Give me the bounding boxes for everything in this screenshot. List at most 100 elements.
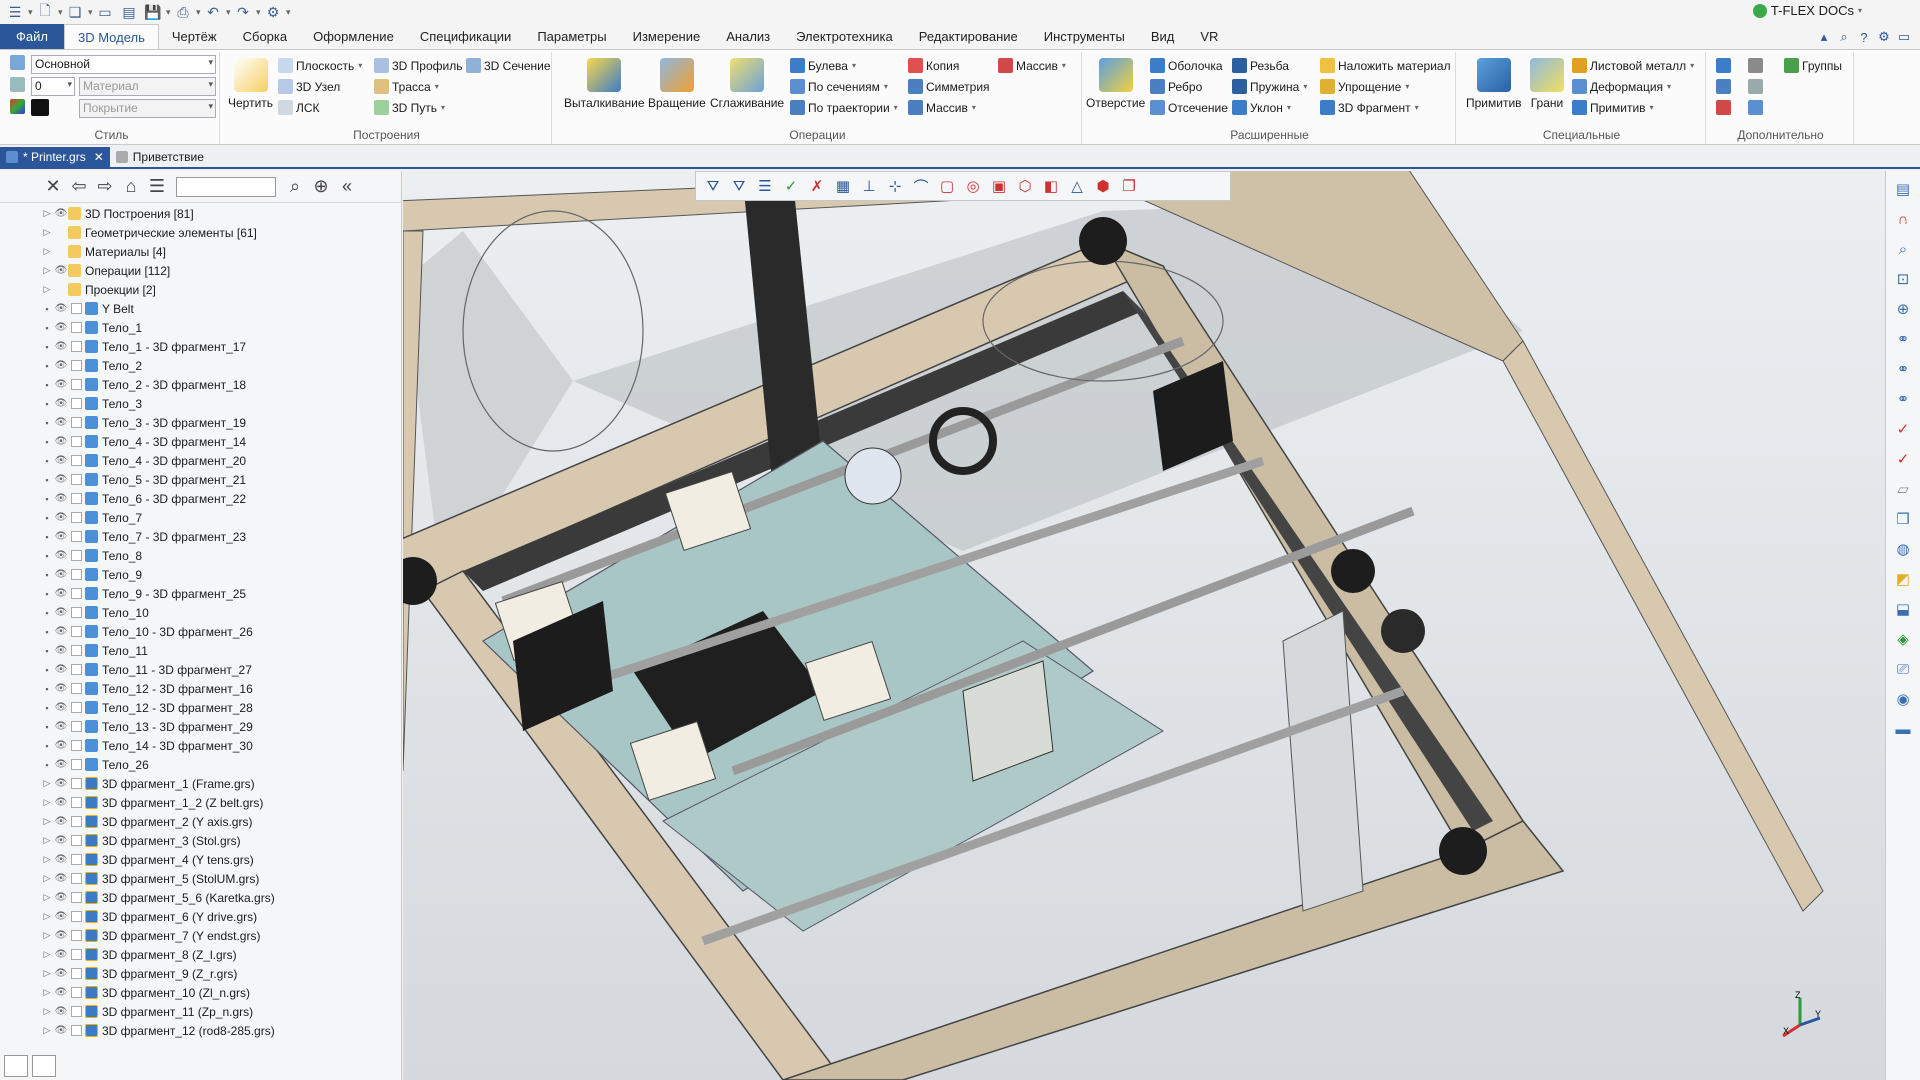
close-icon[interactable]: ✕ [40,175,66,199]
tree-item-checkbox[interactable] [71,759,82,770]
plane-view-icon[interactable]: ▱ [1891,477,1915,501]
tree-item-checkbox[interactable] [71,569,82,580]
zoom-all-icon[interactable]: ⊕ [1891,297,1915,321]
tab-file[interactable]: Файл [0,24,64,49]
toolbox-icon[interactable]: ▬ [1891,717,1915,741]
window-icon[interactable]: ▭ [94,2,116,22]
tree-item-checkbox[interactable] [71,379,82,390]
tree-item[interactable]: ▪ 👁 Тело_3 - 3D фрагмент_19 [40,413,401,432]
doc-tab-welcome[interactable]: Приветствие [110,147,210,167]
tree-item[interactable]: ▪ 👁 Тело_4 - 3D фрагмент_14 [40,432,401,451]
draw-button[interactable]: Чертить [228,58,273,110]
tab-specifications[interactable]: Спецификации [407,24,525,49]
eye-icon[interactable]: 👁 [54,568,68,582]
eye-icon[interactable]: 👁 [54,777,68,791]
tree-item[interactable]: ▪ 👁 Тело_9 [40,565,401,584]
eye-icon[interactable]: 👁 [54,929,68,943]
eye-icon[interactable]: 👁 [54,606,68,620]
eye-icon[interactable]: 👁 [54,948,68,962]
tree-item[interactable]: ▪ 👁 Тело_12 - 3D фрагмент_28 [40,698,401,717]
eye-icon[interactable]: 👁 [54,625,68,639]
tree-item-checkbox[interactable] [71,683,82,694]
tree-item[interactable]: ▪ 👁 Тело_9 - 3D фрагмент_25 [40,584,401,603]
tab-parameters[interactable]: Параметры [524,24,619,49]
eye-icon[interactable]: 👁 [54,796,68,810]
close-icon[interactable]: ✕ [94,150,104,164]
eye-icon[interactable]: 👁 [54,530,68,544]
tree-item-checkbox[interactable] [71,721,82,732]
tree-item[interactable]: ▷ 👁 3D фрагмент_1_2 (Z belt.grs) [40,793,401,812]
eye-icon[interactable]: 👁 [54,1005,68,1019]
eye-icon[interactable]: 👁 [54,644,68,658]
open-icon[interactable]: ❏ [64,2,86,22]
boolean-button[interactable]: Булева ▾ [790,58,856,73]
shapes-filter-icon[interactable]: △ [1064,174,1090,198]
eye-icon[interactable]: 👁 [54,739,68,753]
tab-view[interactable]: Вид [1138,24,1188,49]
expand-arrow-icon[interactable]: ▷ [40,797,54,808]
eye-icon[interactable]: 👁 [54,682,68,696]
tree-view-button[interactable] [4,1055,28,1077]
plane-button[interactable]: Плоскость ▾ [278,58,362,73]
tree-item[interactable]: ▪ 👁 Тело_5 - 3D фрагмент_21 [40,470,401,489]
eye-icon[interactable]: 👁 [54,416,68,430]
tree-item[interactable]: ▪ 👁 Тело_6 - 3D фрагмент_22 [40,489,401,508]
tree-item-checkbox[interactable] [71,493,82,504]
tree-item[interactable]: ▷ 👁 3D фрагмент_6 (Y drive.grs) [40,907,401,926]
chevron-down-icon[interactable]: ▾ [286,3,292,21]
expand-arrow-icon[interactable]: ▷ [40,892,54,903]
tab-editing[interactable]: Редактирование [906,24,1031,49]
layout-icon[interactable]: ▤ [1891,177,1915,201]
link-tool-button[interactable] [1748,79,1766,94]
expand-arrow-icon[interactable]: ▷ [40,284,54,295]
expand-arrow-icon[interactable]: ▷ [40,930,54,941]
eye-icon[interactable]: 👁 [54,663,68,677]
check-list-icon[interactable]: ✓ [1891,447,1915,471]
tree-item[interactable]: ▪ 👁 Тело_8 [40,546,401,565]
tree-item[interactable]: ▷ 👁 3D Построения [81] [40,204,401,223]
doc-tab-printer[interactable]: * Printer.grs ✕ [0,147,110,167]
spring-button[interactable]: Пружина ▾ [1232,79,1307,94]
print-icon[interactable]: ⎙ [172,2,194,22]
render-icon[interactable]: ◉ [1891,687,1915,711]
edge-filter-icon[interactable]: ◎ [960,174,986,198]
apply-material-button[interactable]: Наложить материал [1320,58,1451,73]
expand-arrow-icon[interactable]: ▷ [40,968,54,979]
new-file-icon[interactable]: 🗋 [34,2,56,22]
tab-measure[interactable]: Измерение [620,24,714,49]
table-tool-button[interactable] [1748,100,1766,115]
forward-icon[interactable]: ⇨ [92,175,118,199]
tree-item-checkbox[interactable] [71,968,82,979]
level-select[interactable]: 0 ▾ [31,77,75,96]
array-button[interactable]: Массив ▾ [998,58,1066,73]
tree-item-checkbox[interactable] [71,778,82,789]
tab-drawing[interactable]: Чертёж [159,24,230,49]
window-mode-icon[interactable]: ▭ [1894,28,1914,46]
eye-icon[interactable]: 👁 [54,549,68,563]
tree-item-checkbox[interactable] [71,702,82,713]
magnet-icon[interactable]: ∩ [1891,207,1915,231]
eye-icon[interactable]: 👁 [54,758,68,772]
tree-item-checkbox[interactable] [71,797,82,808]
expand-arrow-icon[interactable]: ▷ [40,778,54,789]
globe-icon[interactable]: ◍ [1891,537,1915,561]
tree-item[interactable]: ▪ 👁 Тело_4 - 3D фрагмент_20 [40,451,401,470]
eye-icon[interactable] [54,226,68,240]
hamburger-icon[interactable]: ☰ [4,2,26,22]
camera-icon[interactable]: ⎚ [1891,657,1915,681]
expand-arrow-icon[interactable]: ▷ [40,854,54,865]
tree-item-checkbox[interactable] [71,417,82,428]
eye-icon[interactable]: 👁 [54,454,68,468]
expand-arrow-icon[interactable]: ▷ [40,208,54,219]
eye-icon[interactable]: 👁 [54,872,68,886]
tab-tools[interactable]: Инструменты [1031,24,1138,49]
tree-item-checkbox[interactable] [71,531,82,542]
save-icon[interactable]: 💾 [142,2,164,22]
tree-item[interactable]: ▪ 👁 Тело_2 - 3D фрагмент_18 [40,375,401,394]
tree-item-checkbox[interactable] [71,835,82,846]
grid-icon[interactable]: ▦ [830,174,856,198]
section-view-icon[interactable]: ⬓ [1891,597,1915,621]
symmetry-button[interactable]: Симметрия [908,79,990,94]
list-view-icon[interactable]: ☰ [144,175,170,199]
eye-icon[interactable]: 👁 [54,891,68,905]
